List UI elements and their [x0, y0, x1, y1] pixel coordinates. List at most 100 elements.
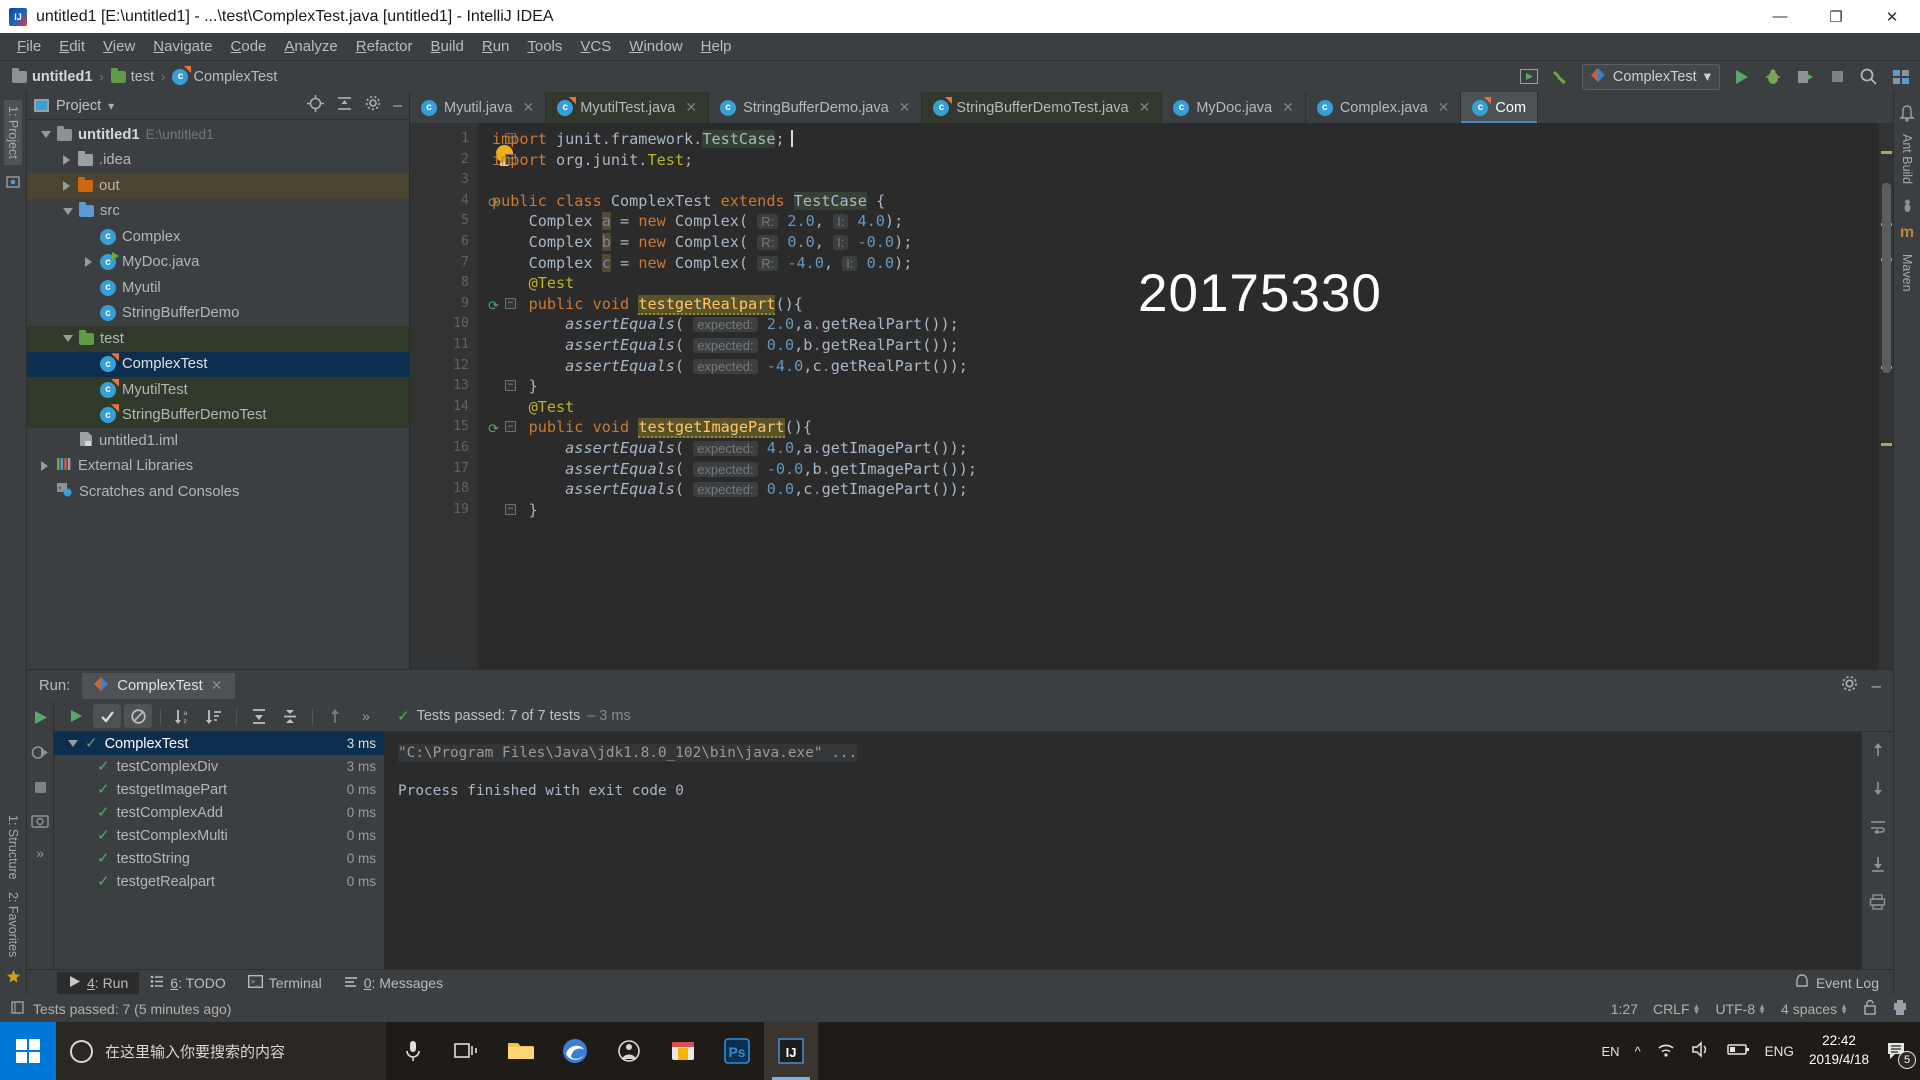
console-output[interactable]: "C:\Program Files\Java\jdk1.8.0_102\bin\… [384, 732, 1861, 969]
app-icon[interactable] [602, 1022, 656, 1080]
project-tree-item-out[interactable]: out [27, 173, 409, 199]
chevron-right-icon[interactable] [63, 155, 72, 166]
scroll-to-end-icon[interactable] [1870, 856, 1886, 877]
project-tree-item-myutil[interactable]: c Myutil [27, 275, 409, 301]
stop-process-icon[interactable] [32, 779, 49, 801]
editor-tab-com[interactable]: c Com [1461, 92, 1539, 123]
close-icon[interactable]: ✕ [685, 99, 697, 116]
rail-button-structure[interactable]: 1: Structure [4, 809, 22, 886]
stop-button[interactable] [1826, 66, 1848, 88]
rerun-button[interactable] [32, 709, 49, 731]
close-icon[interactable]: ✕ [523, 99, 535, 116]
run-with-coverage-button[interactable] [1794, 66, 1816, 88]
test-result-row-testgetrealpart[interactable]: ✓ testgetRealpart 0 ms [54, 870, 384, 893]
sort-by-duration-button[interactable] [200, 704, 228, 728]
chevron-down-icon[interactable] [41, 131, 51, 139]
wifi-icon[interactable] [1656, 1041, 1676, 1061]
editor-tab-stringbufferdemo-java[interactable]: c StringBufferDemo.java ✕ [709, 92, 923, 123]
menu-item-navigate[interactable]: Navigate [144, 35, 221, 58]
more-options-icon[interactable]: » [36, 845, 44, 861]
menu-item-help[interactable]: Help [692, 35, 741, 58]
menu-item-run[interactable]: Run [473, 35, 519, 58]
project-settings-gear-icon[interactable] [365, 95, 381, 116]
more-actions-button[interactable]: » [352, 704, 380, 728]
start-button[interactable] [0, 1022, 56, 1080]
notifications-icon[interactable] [1897, 103, 1917, 123]
debug-button[interactable] [1762, 66, 1784, 88]
edge-browser-icon[interactable] [548, 1022, 602, 1080]
chevron-down-icon[interactable] [63, 207, 73, 215]
ant-icon[interactable] [1897, 195, 1917, 215]
menu-item-edit[interactable]: Edit [50, 35, 94, 58]
project-tree-item-complex[interactable]: c Complex [27, 224, 409, 250]
editor-tab-myutil-java[interactable]: c Myutil.java ✕ [410, 92, 547, 123]
tool-window-button-messages[interactable]: 0: Messages [333, 972, 454, 994]
test-result-row-complextest[interactable]: ✓ ComplexTest 3 ms [54, 732, 384, 755]
event-log-button[interactable]: Event Log [1795, 973, 1893, 992]
maven-m-icon[interactable]: m [1897, 223, 1917, 243]
project-tree-item-untitled1-iml[interactable]: untitled1.iml [27, 428, 409, 454]
show-ignored-toggle[interactable] [124, 704, 152, 728]
tool-window-button-run[interactable]: 4: Run [57, 971, 140, 994]
rail-button-favorites[interactable]: 2: Favorites [4, 886, 22, 963]
project-tree-item-external-libraries[interactable]: External Libraries [27, 454, 409, 480]
hide-panel-icon[interactable]: – [393, 97, 402, 113]
tool-window-button-terminal[interactable]: >_ Terminal [237, 972, 333, 994]
soft-wrap-icon[interactable] [1869, 818, 1887, 839]
project-tree-item-stringbufferdemotest[interactable]: c StringBufferDemoTest [27, 402, 409, 428]
caret-position[interactable]: 1:27 [1611, 1001, 1638, 1017]
taskbar-clock[interactable]: 22:42 2019/4/18 [1809, 1032, 1869, 1069]
settings-gear-icon[interactable] [1890, 66, 1912, 88]
rail-button-ant-build[interactable]: Ant Build [1898, 128, 1916, 190]
volume-icon[interactable] [1691, 1041, 1711, 1061]
editor-tab-mydoc-java[interactable]: c MyDoc.java ✕ [1162, 92, 1306, 123]
collapse-all-button[interactable] [276, 704, 304, 728]
search-icon[interactable] [1858, 66, 1880, 88]
file-explorer-icon[interactable] [494, 1022, 548, 1080]
chevron-right-icon[interactable] [41, 461, 50, 472]
line-separator-selector[interactable]: CRLF ▲ ▼ [1653, 1001, 1700, 1017]
previous-occurrence-button[interactable] [321, 704, 349, 728]
expand-all-button[interactable] [245, 704, 273, 728]
chevron-down-icon[interactable] [63, 335, 73, 343]
ime-language-indicator[interactable]: ENG [1765, 1044, 1794, 1059]
microsoft-store-icon[interactable] [656, 1022, 710, 1080]
run-config-window-icon[interactable] [1518, 66, 1540, 88]
menu-item-build[interactable]: Build [421, 35, 472, 58]
breadcrumb-item-class[interactable]: c ComplexTest [168, 67, 281, 87]
show-passed-toggle[interactable] [93, 704, 121, 728]
scroll-down-icon[interactable] [1870, 780, 1886, 801]
task-view-icon[interactable] [440, 1022, 494, 1080]
test-result-row-testcomplexmulti[interactable]: ✓ testComplexMulti 0 ms [54, 824, 384, 847]
show-hidden-icons-chevron[interactable]: ^ [1635, 1044, 1641, 1059]
close-button[interactable]: ✕ [1864, 0, 1920, 33]
project-tree-item-src[interactable]: src [27, 199, 409, 225]
tool-window-button-todo[interactable]: 6: TODO [139, 972, 237, 994]
project-view-chevron-icon[interactable]: ▾ [108, 99, 114, 113]
menu-item-file[interactable]: File [8, 35, 50, 58]
test-result-row-testtostring[interactable]: ✓ testtoString 0 ms [54, 847, 384, 870]
rerun-failed-icon[interactable] [31, 743, 50, 767]
camera-snapshot-icon[interactable] [31, 813, 49, 833]
commit-icon[interactable] [3, 172, 23, 192]
scroll-from-source-icon[interactable] [307, 94, 325, 117]
run-button[interactable] [1730, 66, 1752, 88]
menu-item-window[interactable]: Window [620, 35, 691, 58]
test-result-row-testgetimagepart[interactable]: ✓ testgetImagePart 0 ms [54, 778, 384, 801]
star-icon[interactable] [3, 966, 23, 986]
breadcrumb-item-project[interactable]: untitled1 [8, 67, 96, 87]
chevron-right-icon[interactable] [63, 180, 72, 191]
action-center-icon[interactable]: 5 [1884, 1038, 1916, 1069]
hide-run-window-icon[interactable]: – [1872, 677, 1881, 694]
sort-alphabetically-button[interactable]: az [169, 704, 197, 728]
ime-lang-small[interactable]: EN [1602, 1044, 1620, 1059]
intellij-idea-icon[interactable]: IJ [764, 1022, 818, 1080]
taskbar-search-box[interactable]: 在这里输入你要搜索的内容 [56, 1022, 386, 1080]
close-icon[interactable]: ✕ [1438, 99, 1450, 116]
rail-button-maven[interactable]: Maven [1898, 248, 1916, 298]
menu-item-view[interactable]: View [94, 35, 144, 58]
project-tree-item-mydoc-java[interactable]: c MyDoc.java [27, 250, 409, 276]
rail-button-project[interactable]: 1: Project [4, 100, 22, 165]
editor-gutter[interactable]: 1−2−3 4 ⟳ 5 6 7 8 9 ⟳ −10 11 12 13−14 15 ⟳ −16 17 18 19− [410, 123, 516, 669]
code-content[interactable]: 20175330 import junit.framework.TestCase… [478, 123, 1879, 669]
